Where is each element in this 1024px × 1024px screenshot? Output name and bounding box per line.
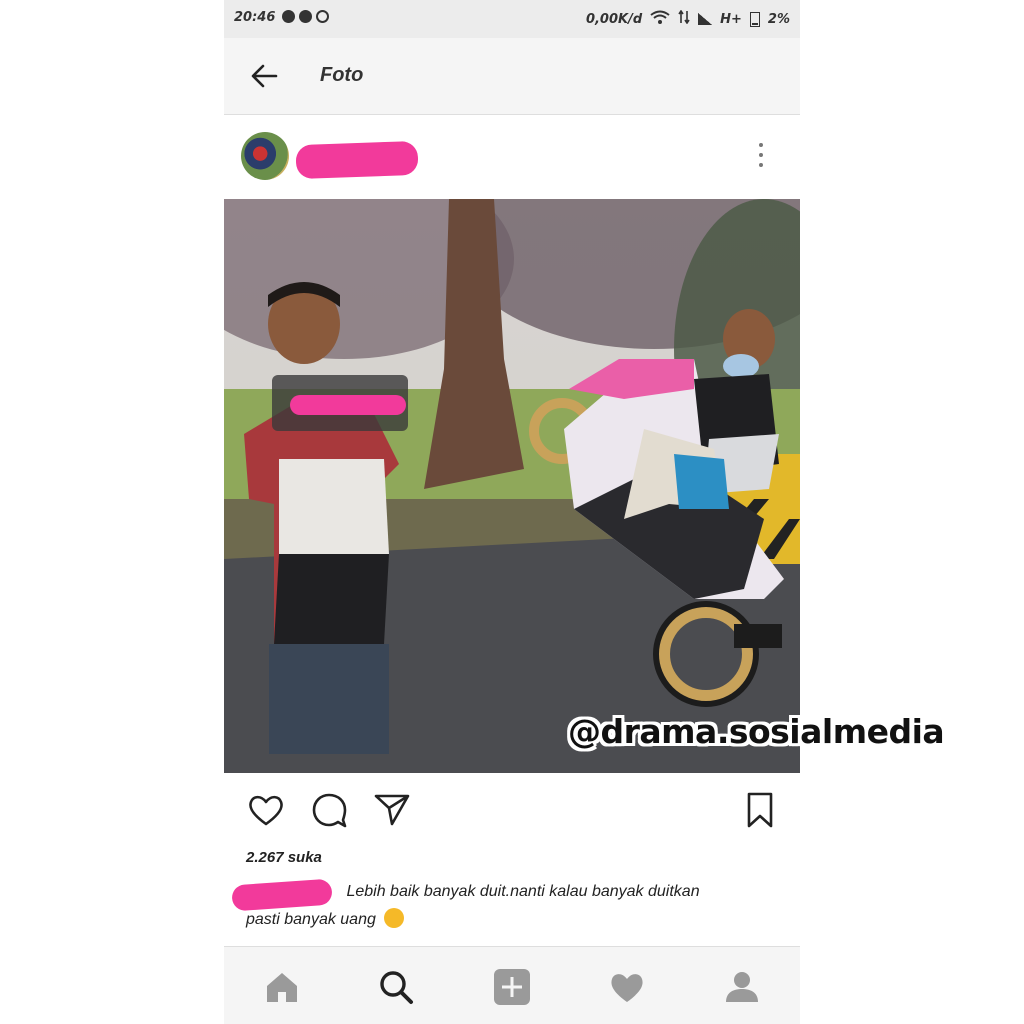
search-icon[interactable] [376,967,416,1007]
post-header [224,115,800,199]
notification-icon [299,10,312,23]
notification-icon [282,10,295,23]
add-icon[interactable] [492,967,532,1007]
like-count[interactable]: 2.267 suka [246,849,322,866]
post-photo[interactable] [224,199,800,773]
home-icon[interactable] [262,967,302,1007]
app-header: Foto [224,38,800,115]
caption-text-line1: Lebih baik banyak duit.nanti kalau banya… [346,883,700,900]
send-icon[interactable] [372,790,412,830]
signal-icon [698,13,713,25]
network-type: H+ [720,11,742,27]
battery-level: 2% [767,11,790,27]
network-speed: 0,00K/d [585,11,643,27]
more-vertical-icon[interactable] [758,143,764,169]
avatar[interactable] [241,132,289,180]
battery-icon [749,11,760,27]
back-icon[interactable] [246,58,286,94]
status-right: 0,00K/d H+ 2% [585,9,790,28]
comment-icon[interactable] [310,790,350,830]
notification-icon [316,10,329,23]
post-actions [224,778,800,844]
caption-text-line2: pasti banyak uang [246,911,376,928]
page-title: Foto [320,64,364,86]
activity-heart-icon[interactable] [607,967,647,1007]
watermark-text: @drama.sosialmedia [568,712,945,751]
phone-screen: 20:46 0,00K/d H+ 2% Foto 2.267 suka Lebi… [224,0,800,1024]
bottom-navigation [224,946,800,1024]
heart-icon[interactable] [246,790,286,830]
profile-icon[interactable] [722,967,762,1007]
smile-emoji-icon [384,908,405,928]
notification-icons [282,10,329,23]
data-arrows-icon [678,9,690,28]
bookmark-icon[interactable] [740,790,780,830]
wifi-icon [650,10,670,28]
status-bar: 20:46 0,00K/d H+ 2% [224,0,800,38]
redacted-username [295,140,419,180]
status-time: 20:46 [234,10,276,25]
